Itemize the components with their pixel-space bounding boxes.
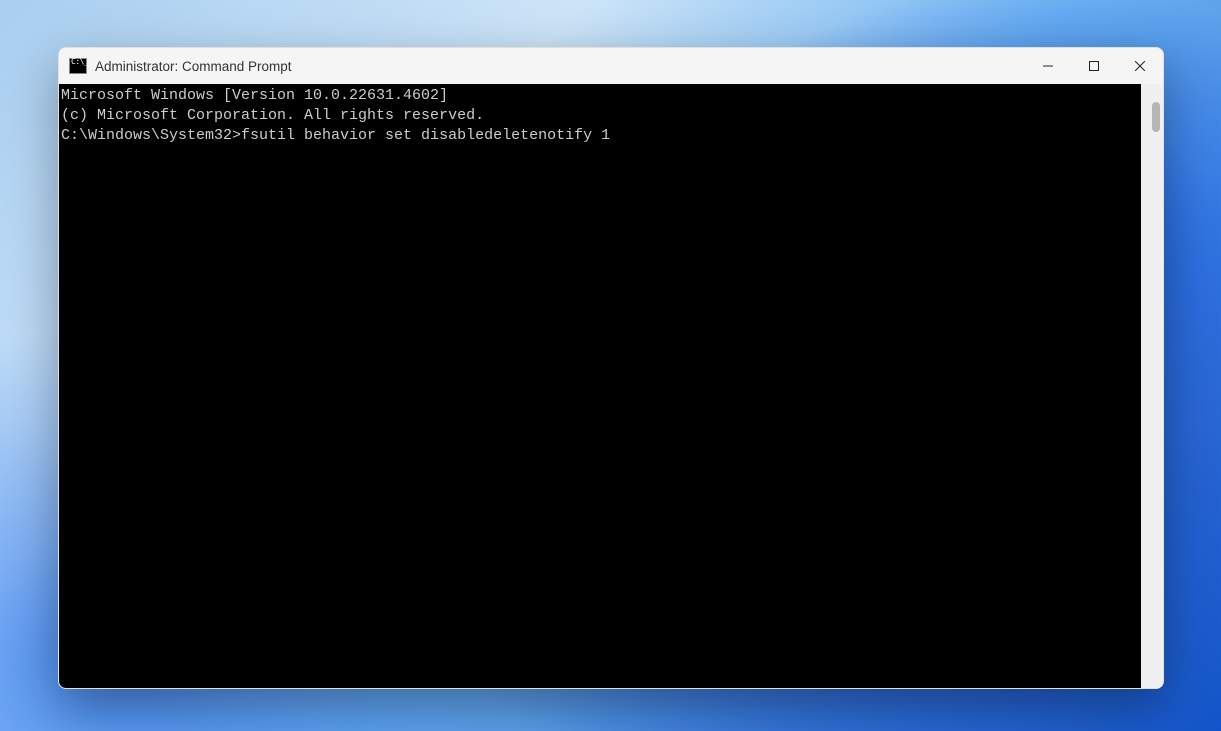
command-prompt-window: Administrator: Command Prompt [58, 47, 1164, 689]
cmd-icon [69, 58, 87, 74]
terminal-prompt-line: C:\Windows\System32>fsutil behavior set … [61, 126, 1139, 146]
scrollbar-thumb[interactable] [1152, 102, 1160, 132]
maximize-icon [1089, 61, 1099, 71]
terminal-output[interactable]: Microsoft Windows [Version 10.0.22631.46… [59, 84, 1141, 688]
close-button[interactable] [1117, 48, 1163, 84]
minimize-icon [1043, 61, 1053, 71]
terminal-line: Microsoft Windows [Version 10.0.22631.46… [61, 86, 1139, 106]
terminal-prompt: C:\Windows\System32> [61, 127, 241, 144]
terminal-line: (c) Microsoft Corporation. All rights re… [61, 106, 1139, 126]
close-icon [1135, 61, 1145, 71]
scrollbar-track[interactable] [1141, 84, 1163, 688]
desktop-wallpaper: Administrator: Command Prompt [0, 0, 1221, 731]
maximize-button[interactable] [1071, 48, 1117, 84]
window-controls [1025, 48, 1163, 84]
terminal-command: fsutil behavior set disabledeletenotify … [241, 127, 610, 144]
terminal-client-area: Microsoft Windows [Version 10.0.22631.46… [59, 84, 1163, 688]
window-title: Administrator: Command Prompt [95, 59, 1025, 74]
titlebar[interactable]: Administrator: Command Prompt [59, 48, 1163, 84]
minimize-button[interactable] [1025, 48, 1071, 84]
